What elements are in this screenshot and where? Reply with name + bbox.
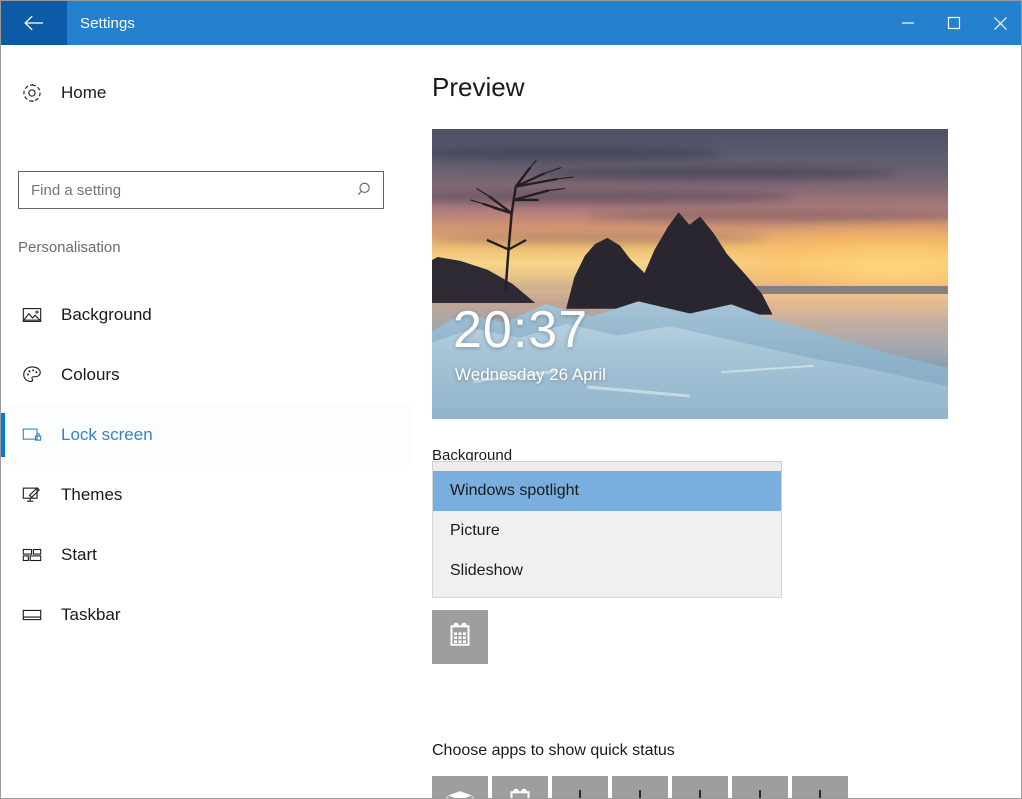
preview-cloud: [586, 210, 948, 222]
quick-status-label: Choose apps to show quick status: [432, 742, 675, 759]
minimize-icon: [901, 16, 915, 30]
settings-window: Settings Home Find a setting Personalisa…: [0, 0, 1022, 799]
close-icon: [993, 16, 1008, 31]
selection-accent-bar: [1, 293, 5, 337]
sidebar-item-background[interactable]: Background: [1, 285, 413, 345]
sidebar-item-themes[interactable]: Themes: [1, 465, 413, 525]
minimize-button[interactable]: [885, 1, 931, 45]
combobox-closed-strip[interactable]: [432, 461, 782, 471]
sidebar-section-header: Personalisation: [18, 239, 121, 256]
calendar-icon: [505, 787, 535, 798]
preview-tree: [458, 158, 582, 292]
back-button[interactable]: [1, 1, 67, 45]
sidebar-item-label: Start: [61, 545, 97, 564]
quick-status-tile-add-5[interactable]: [672, 776, 728, 798]
selection-accent-bar: [1, 353, 5, 397]
plus-icon: [807, 790, 833, 798]
quick-status-tile-mail[interactable]: [432, 776, 488, 798]
start-tiles-icon: [17, 544, 47, 566]
plus-icon: [567, 790, 593, 798]
back-arrow-icon: [23, 15, 45, 31]
quick-status-tile-add-7[interactable]: [792, 776, 848, 798]
close-button[interactable]: [977, 1, 1021, 45]
combobox-option-windows-spotlight[interactable]: Windows spotlight: [433, 471, 781, 511]
maximize-icon: [947, 16, 961, 30]
page-title: Preview: [432, 72, 525, 102]
window-title: Settings: [80, 14, 135, 32]
quick-status-tiles: [432, 776, 848, 798]
quick-status-tile-add-3[interactable]: [552, 776, 608, 798]
sidebar-item-label: Themes: [61, 485, 123, 504]
search-input[interactable]: [19, 172, 349, 208]
background-combobox[interactable]: Windows spotlight Picture Slideshow: [432, 461, 782, 598]
picture-icon: [17, 304, 47, 326]
plus-icon: [687, 790, 713, 798]
gear-icon: [17, 82, 47, 104]
sidebar-item-home[interactable]: Home: [1, 69, 413, 117]
palette-icon: [17, 364, 47, 386]
combobox-option-picture[interactable]: Picture: [433, 511, 781, 551]
plus-icon: [627, 790, 653, 798]
sidebar-item-lock-screen[interactable]: Lock screen: [1, 405, 413, 465]
title-bar-spacer: [135, 1, 885, 45]
sidebar-nav-list: Background Colours Lock screen Themes St…: [1, 285, 413, 645]
selection-accent-bar: [1, 533, 5, 577]
selection-accent-bar: [1, 593, 5, 637]
sidebar-item-colours[interactable]: Colours: [1, 345, 413, 405]
sidebar-item-taskbar[interactable]: Taskbar: [1, 585, 413, 645]
sidebar-item-start[interactable]: Start: [1, 525, 413, 585]
main-content: Preview 20:37 Wednesday 26 April Backgro…: [413, 45, 1021, 798]
sidebar-item-label: Background: [61, 305, 152, 324]
title-bar: Settings: [1, 1, 1021, 45]
lock-screen-time: 20:37: [453, 301, 589, 359]
combobox-option-slideshow[interactable]: Slideshow: [433, 551, 781, 591]
selection-accent-bar: [1, 473, 5, 517]
sidebar-item-label: Taskbar: [61, 605, 121, 624]
preview-cloud: [535, 166, 897, 180]
theme-brush-icon: [17, 484, 47, 506]
mail-icon: [444, 789, 476, 798]
lock-screen-icon: [17, 424, 47, 446]
sidebar-item-label: Lock screen: [61, 425, 153, 444]
selection-accent-bar: [1, 413, 5, 457]
search-box[interactable]: [18, 171, 384, 209]
taskbar-icon: [17, 604, 47, 626]
quick-status-tile-calendar[interactable]: [492, 776, 548, 798]
combobox-option-label: Picture: [450, 522, 500, 539]
calendar-icon: [445, 621, 475, 654]
maximize-button[interactable]: [931, 1, 977, 45]
combobox-option-label: Slideshow: [450, 562, 523, 579]
sidebar: Home Personalisation: [1, 45, 413, 798]
detailed-status-app-tile[interactable]: [432, 610, 488, 664]
sidebar-item-label: Colours: [61, 365, 120, 384]
combobox-option-list: Windows spotlight Picture Slideshow: [432, 471, 782, 598]
lock-screen-date: Wednesday 26 April: [455, 365, 606, 384]
plus-icon: [747, 790, 773, 798]
search-icon[interactable]: [349, 181, 383, 199]
combobox-option-label: Windows spotlight: [450, 482, 579, 499]
sidebar-home-label: Home: [61, 83, 107, 102]
lock-screen-preview: 20:37 Wednesday 26 April: [432, 129, 948, 419]
quick-status-tile-add-6[interactable]: [732, 776, 788, 798]
quick-status-tile-add-4[interactable]: [612, 776, 668, 798]
